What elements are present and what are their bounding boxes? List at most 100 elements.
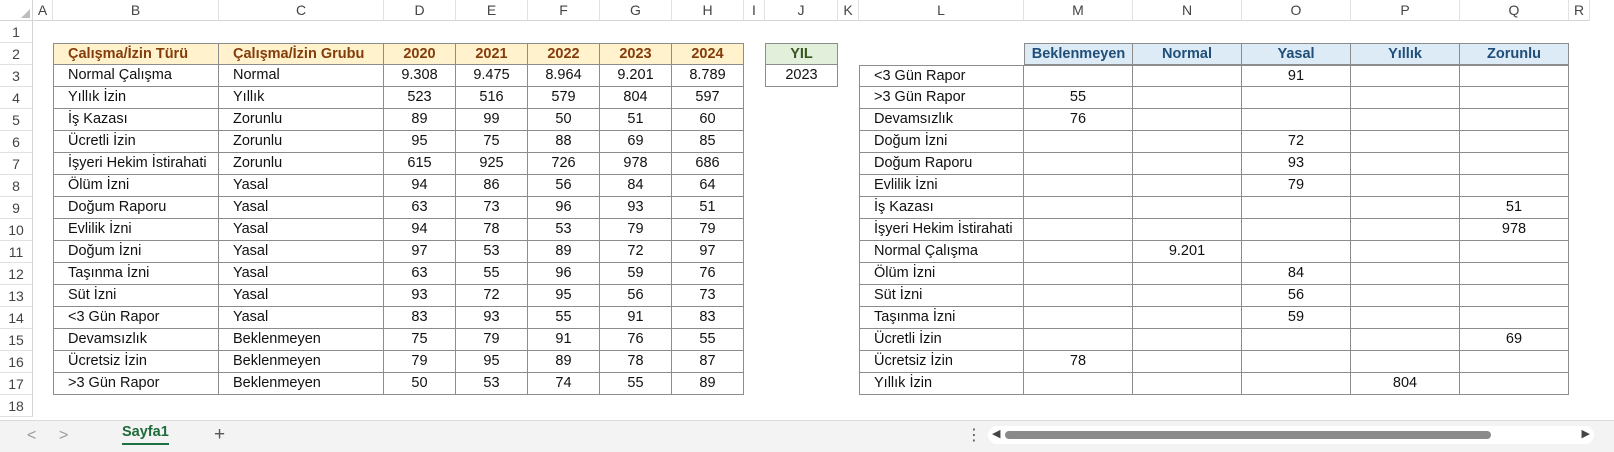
right-table-row-label[interactable]: Ölüm İzni bbox=[859, 263, 1024, 285]
row-header-15[interactable]: 15 bbox=[0, 329, 33, 351]
right-table-cell[interactable] bbox=[1351, 263, 1460, 285]
right-table-cell[interactable] bbox=[1133, 373, 1242, 395]
left-table-cell[interactable]: 78 bbox=[600, 351, 672, 373]
right-table-cell[interactable] bbox=[1351, 153, 1460, 175]
left-table-cell[interactable]: 95 bbox=[384, 131, 456, 153]
left-table-cell[interactable]: 79 bbox=[384, 351, 456, 373]
left-table-cell[interactable]: Yıllık İzin bbox=[53, 87, 219, 109]
left-table-cell[interactable]: 64 bbox=[672, 175, 744, 197]
row-header-11[interactable]: 11 bbox=[0, 241, 33, 263]
row-header-2[interactable]: 2 bbox=[0, 43, 33, 65]
row-header-14[interactable]: 14 bbox=[0, 307, 33, 329]
column-header-l[interactable]: L bbox=[859, 0, 1024, 21]
right-table-cell[interactable] bbox=[1351, 109, 1460, 131]
right-table-cell[interactable] bbox=[1242, 351, 1351, 373]
left-table-cell[interactable]: 83 bbox=[384, 307, 456, 329]
left-table-cell[interactable]: 726 bbox=[528, 153, 600, 175]
right-table-row-label[interactable]: Doğum Raporu bbox=[859, 153, 1024, 175]
left-table-cell[interactable]: Yasal bbox=[219, 219, 384, 241]
left-table-cell[interactable]: Yasal bbox=[219, 197, 384, 219]
right-table-cell[interactable] bbox=[1024, 197, 1133, 219]
row-header-7[interactable]: 7 bbox=[0, 153, 33, 175]
left-table-cell[interactable]: Doğum Raporu bbox=[53, 197, 219, 219]
column-header-f[interactable]: F bbox=[528, 0, 600, 21]
left-table-cell[interactable]: 55 bbox=[456, 263, 528, 285]
left-table-cell[interactable]: 597 bbox=[672, 87, 744, 109]
left-table-cell[interactable]: 615 bbox=[384, 153, 456, 175]
left-table-cell[interactable]: 9.308 bbox=[384, 65, 456, 87]
left-table-cell[interactable]: Zorunlu bbox=[219, 131, 384, 153]
left-table-cell[interactable]: 97 bbox=[672, 241, 744, 263]
right-table-cell[interactable] bbox=[1133, 351, 1242, 373]
left-table-cell[interactable]: 925 bbox=[456, 153, 528, 175]
right-table-header-cell[interactable]: Zorunlu bbox=[1460, 43, 1569, 65]
right-table-cell[interactable] bbox=[1242, 373, 1351, 395]
sheet-tab-sayfa1[interactable]: Sayfa1 bbox=[116, 421, 175, 449]
right-table-cell[interactable] bbox=[1024, 241, 1133, 263]
column-header-n[interactable]: N bbox=[1133, 0, 1242, 21]
left-table-cell[interactable]: 9.475 bbox=[456, 65, 528, 87]
right-table-cell[interactable] bbox=[1024, 329, 1133, 351]
left-table-cell[interactable]: 76 bbox=[672, 263, 744, 285]
right-table-cell[interactable] bbox=[1460, 65, 1569, 87]
left-table-header-cell[interactable]: Çalışma/İzin Türü bbox=[53, 43, 219, 65]
row-header-12[interactable]: 12 bbox=[0, 263, 33, 285]
right-table-row-label[interactable]: Taşınma İzni bbox=[859, 307, 1024, 329]
right-table-cell[interactable] bbox=[1133, 131, 1242, 153]
left-table-cell[interactable]: Ölüm İzni bbox=[53, 175, 219, 197]
left-table-cell[interactable]: 93 bbox=[456, 307, 528, 329]
right-table-cell[interactable]: 91 bbox=[1242, 65, 1351, 87]
left-table-cell[interactable]: 73 bbox=[456, 197, 528, 219]
right-table-cell[interactable] bbox=[1242, 197, 1351, 219]
left-table-cell[interactable]: 72 bbox=[600, 241, 672, 263]
left-table-cell[interactable]: 94 bbox=[384, 219, 456, 241]
column-header-b[interactable]: B bbox=[53, 0, 219, 21]
right-table-cell[interactable] bbox=[1460, 351, 1569, 373]
right-table-cell[interactable] bbox=[1351, 131, 1460, 153]
left-table-cell[interactable]: Yıllık bbox=[219, 87, 384, 109]
right-table-cell[interactable] bbox=[1351, 329, 1460, 351]
right-table-row-label[interactable]: Devamsızlık bbox=[859, 109, 1024, 131]
right-table-cell[interactable] bbox=[1460, 175, 1569, 197]
right-table-cell[interactable]: 78 bbox=[1024, 351, 1133, 373]
left-table-cell[interactable]: 94 bbox=[384, 175, 456, 197]
left-table-cell[interactable]: 96 bbox=[528, 197, 600, 219]
left-table-cell[interactable]: 93 bbox=[600, 197, 672, 219]
row-header-13[interactable]: 13 bbox=[0, 285, 33, 307]
left-table-cell[interactable]: Zorunlu bbox=[219, 109, 384, 131]
left-table-cell[interactable]: 579 bbox=[528, 87, 600, 109]
right-table-cell[interactable] bbox=[1024, 285, 1133, 307]
left-table-cell[interactable]: Ücretsiz İzin bbox=[53, 351, 219, 373]
left-table-cell[interactable]: 75 bbox=[384, 329, 456, 351]
right-table-row-label[interactable]: Ücretsiz İzin bbox=[859, 351, 1024, 373]
left-table-cell[interactable]: Yasal bbox=[219, 175, 384, 197]
right-table-row-label[interactable]: Doğum İzni bbox=[859, 131, 1024, 153]
right-table-row-label[interactable]: İş Kazası bbox=[859, 197, 1024, 219]
right-table-cell[interactable]: 55 bbox=[1024, 87, 1133, 109]
right-table-row-label[interactable]: <3 Gün Rapor bbox=[859, 65, 1024, 87]
left-table-cell[interactable]: 51 bbox=[600, 109, 672, 131]
column-header-m[interactable]: M bbox=[1024, 0, 1133, 21]
right-table-row-label[interactable]: >3 Gün Rapor bbox=[859, 87, 1024, 109]
left-table-cell[interactable]: 63 bbox=[384, 263, 456, 285]
right-table-cell[interactable] bbox=[1133, 65, 1242, 87]
left-table-cell[interactable]: 53 bbox=[456, 241, 528, 263]
left-table-cell[interactable]: 85 bbox=[672, 131, 744, 153]
right-table-cell[interactable] bbox=[1133, 307, 1242, 329]
chevron-right-icon[interactable]: > bbox=[59, 427, 68, 445]
left-table-cell[interactable]: 78 bbox=[456, 219, 528, 241]
right-table-cell[interactable] bbox=[1460, 131, 1569, 153]
column-header-g[interactable]: G bbox=[600, 0, 672, 21]
right-table-cell[interactable] bbox=[1133, 263, 1242, 285]
column-header-a[interactable]: A bbox=[33, 0, 53, 21]
left-table-cell[interactable]: Zorunlu bbox=[219, 153, 384, 175]
left-table-cell[interactable]: 91 bbox=[528, 329, 600, 351]
right-table-cell[interactable] bbox=[1024, 219, 1133, 241]
right-table-cell[interactable] bbox=[1351, 351, 1460, 373]
right-table-cell[interactable] bbox=[1024, 175, 1133, 197]
right-table-cell[interactable] bbox=[1460, 285, 1569, 307]
left-table-cell[interactable]: Taşınma İzni bbox=[53, 263, 219, 285]
left-table-cell[interactable]: 55 bbox=[600, 373, 672, 395]
left-table-cell[interactable]: Beklenmeyen bbox=[219, 329, 384, 351]
left-table-cell[interactable]: Evlilik İzni bbox=[53, 219, 219, 241]
